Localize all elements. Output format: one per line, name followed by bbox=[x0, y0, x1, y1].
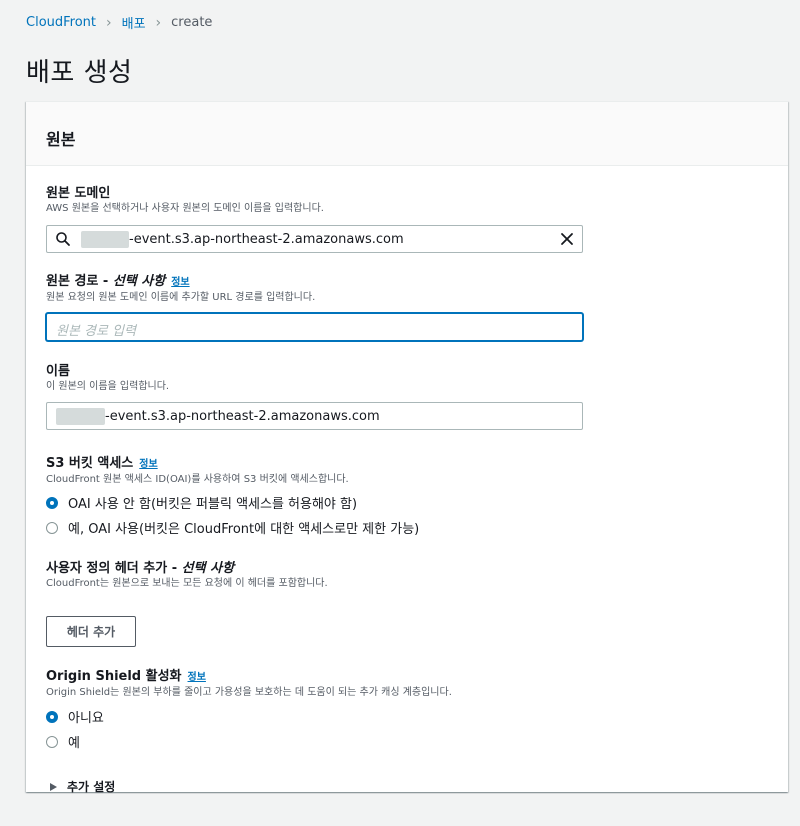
origin-panel: 원본 원본 도메인 AWS 원본을 선택하거나 사용자 원본의 도메인 이름을 … bbox=[26, 101, 788, 795]
custom-headers-field: 사용자 정의 헤더 추가 - 선택 사항 CloudFront는 원본으로 보내… bbox=[46, 560, 328, 591]
radio-button[interactable] bbox=[46, 521, 58, 534]
chevron-right-icon: › bbox=[155, 14, 162, 31]
custom-headers-label: 사용자 정의 헤더 추가 - 선택 사항 bbox=[46, 560, 328, 577]
optional-label: 선택 사항 bbox=[112, 274, 166, 289]
origin-shield-label: Origin Shield 활성화 정보 bbox=[46, 668, 452, 686]
redacted-text bbox=[56, 408, 105, 425]
s3-access-label-text: S3 버킷 액세스 bbox=[46, 456, 134, 471]
radio-option-use-oai[interactable]: 예, OAI 사용(버킷은 CloudFront에 대한 액세스로만 제한 가능… bbox=[46, 518, 419, 537]
close-icon[interactable] bbox=[559, 231, 575, 247]
radio-button[interactable] bbox=[46, 710, 58, 723]
breadcrumb: CloudFront › 배포 › create bbox=[26, 13, 213, 33]
name-value: -event.s3.ap-northeast-2.amazonaws.com bbox=[105, 409, 380, 424]
radio-option-shield-yes[interactable]: 예 bbox=[46, 732, 80, 751]
origin-path-placeholder: 원본 경로 입력 bbox=[56, 324, 137, 339]
origin-domain-field: 원본 도메인 AWS 원본을 선택하거나 사용자 원본의 도메인 이름을 입력합… bbox=[46, 185, 324, 216]
s3-access-field: S3 버킷 액세스 정보 CloudFront 원본 액세스 ID(OAI)를 사… bbox=[46, 455, 349, 487]
breadcrumb-cloudfront-link[interactable]: CloudFront bbox=[26, 15, 96, 30]
custom-headers-description: CloudFront는 원본으로 보내는 모든 요청에 이 헤더를 포함합니다. bbox=[46, 578, 328, 589]
origin-domain-input[interactable]: -event.s3.ap-northeast-2.amazonaws.com bbox=[46, 225, 583, 253]
radio-label: 예, OAI 사용(버킷은 CloudFront에 대한 액세스로만 제한 가능… bbox=[68, 522, 420, 537]
radio-label: 아니요 bbox=[68, 711, 104, 726]
custom-headers-label-text: 사용자 정의 헤더 추가 - bbox=[46, 561, 182, 576]
origin-path-field: 원본 경로 - 선택 사항 정보 원본 요청의 원본 도메인 이름에 추가할 UR… bbox=[46, 273, 315, 305]
name-field: 이름 이 원본의 이름을 입력합니다. bbox=[46, 363, 169, 394]
search-icon bbox=[56, 232, 70, 246]
origin-shield-info-link[interactable]: 정보 bbox=[188, 672, 206, 683]
origin-path-description: 원본 요청의 원본 도메인 이름에 추가할 URL 경로를 입력합니다. bbox=[46, 292, 316, 303]
origin-shield-field: Origin Shield 활성화 정보 Origin Shield는 원본의 부… bbox=[46, 668, 452, 700]
radio-button[interactable] bbox=[46, 496, 58, 509]
name-input[interactable]: -event.s3.ap-northeast-2.amazonaws.com bbox=[46, 402, 583, 430]
origin-shield-label-text: Origin Shield 활성화 bbox=[46, 669, 182, 684]
panel-title: 원본 bbox=[46, 130, 76, 149]
origin-path-info-link[interactable]: 정보 bbox=[171, 277, 189, 288]
origin-path-label: 원본 경로 - 선택 사항 정보 bbox=[46, 273, 315, 291]
radio-button[interactable] bbox=[46, 735, 58, 748]
radio-label: OAI 사용 안 함(버킷은 퍼블릭 액세스를 허용해야 함) bbox=[68, 497, 358, 512]
origin-path-input[interactable]: 원본 경로 입력 bbox=[46, 313, 583, 341]
radio-label: 예 bbox=[68, 736, 80, 751]
radio-option-shield-no[interactable]: 아니요 bbox=[46, 707, 104, 726]
origin-domain-value: -event.s3.ap-northeast-2.amazonaws.com bbox=[129, 232, 404, 247]
breadcrumb-distributions-link[interactable]: 배포 bbox=[122, 13, 146, 32]
name-description: 이 원본의 이름을 입력합니다. bbox=[46, 381, 170, 392]
additional-settings-label: 추가 설정 bbox=[67, 780, 116, 794]
radio-option-no-oai[interactable]: OAI 사용 안 함(버킷은 퍼블릭 액세스를 허용해야 함) bbox=[46, 493, 357, 512]
redacted-text bbox=[81, 231, 129, 248]
s3-access-info-link[interactable]: 정보 bbox=[139, 459, 157, 470]
name-label: 이름 bbox=[46, 364, 70, 379]
caret-right-icon bbox=[50, 782, 57, 791]
add-header-button[interactable]: 헤더 추가 bbox=[46, 616, 136, 647]
panel-header: 원본 bbox=[26, 102, 788, 166]
s3-access-label: S3 버킷 액세스 정보 bbox=[46, 455, 349, 473]
origin-domain-description: AWS 원본을 선택하거나 사용자 원본의 도메인 이름을 입력합니다. bbox=[46, 203, 324, 214]
additional-settings-expander[interactable]: 추가 설정 bbox=[50, 778, 115, 795]
origin-shield-description: Origin Shield는 원본의 부하를 줄이고 가용성을 보호하는 데 도… bbox=[46, 687, 452, 698]
origin-path-label-text: 원본 경로 - bbox=[46, 274, 113, 289]
chevron-right-icon: › bbox=[106, 14, 112, 31]
origin-domain-label: 원본 도메인 bbox=[46, 186, 111, 201]
breadcrumb-current: create bbox=[171, 15, 213, 30]
page-title: 배포 생성 bbox=[26, 58, 133, 88]
optional-label: 선택 사항 bbox=[181, 561, 235, 576]
s3-access-description: CloudFront 원본 액세스 ID(OAI)를 사용하여 S3 버킷에 액… bbox=[46, 474, 349, 485]
